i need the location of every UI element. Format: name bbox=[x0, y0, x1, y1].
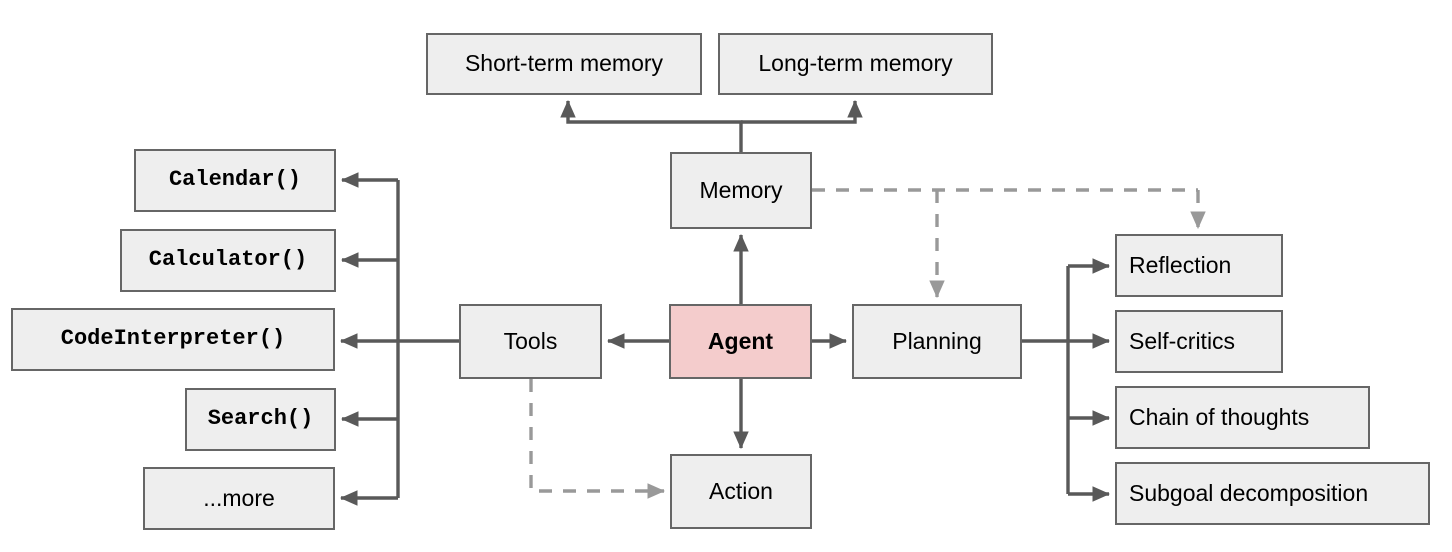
node-search[interactable]: Search() bbox=[185, 388, 336, 451]
node-label: Calculator() bbox=[148, 247, 308, 273]
node-label: Self-critics bbox=[1129, 327, 1236, 354]
node-action[interactable]: Action bbox=[670, 454, 812, 529]
node-label: Calendar() bbox=[168, 167, 302, 193]
edge-tools-to-action-dashed bbox=[529, 379, 666, 499]
node-agent[interactable]: Agent bbox=[669, 304, 812, 379]
node-label: Short-term memory bbox=[464, 50, 664, 77]
node-self-critics[interactable]: Self-critics bbox=[1115, 310, 1283, 373]
node-subgoal-decomposition[interactable]: Subgoal decomposition bbox=[1115, 462, 1430, 525]
node-label: Long-term memory bbox=[758, 50, 953, 77]
edge-memory-to-long-term bbox=[741, 99, 863, 124]
node-tools[interactable]: Tools bbox=[459, 304, 602, 379]
node-chain-of-thoughts[interactable]: Chain of thoughts bbox=[1115, 386, 1370, 449]
node-planning[interactable]: Planning bbox=[852, 304, 1022, 379]
node-label: CodeInterpreter() bbox=[60, 326, 286, 352]
node-label: Search() bbox=[207, 406, 314, 432]
node-long-term-memory[interactable]: Long-term memory bbox=[718, 33, 993, 95]
node-label: ...more bbox=[203, 484, 275, 511]
node-label: Agent bbox=[707, 327, 774, 354]
node-label: Chain of thoughts bbox=[1129, 403, 1310, 430]
node-more[interactable]: ...more bbox=[143, 467, 335, 530]
node-memory[interactable]: Memory bbox=[670, 152, 812, 229]
node-calculator[interactable]: Calculator() bbox=[120, 229, 336, 292]
node-label: Tools bbox=[503, 327, 558, 354]
node-label: Planning bbox=[892, 327, 982, 354]
node-short-term-memory[interactable]: Short-term memory bbox=[426, 33, 702, 95]
node-reflection[interactable]: Reflection bbox=[1115, 234, 1283, 297]
node-label: Subgoal decomposition bbox=[1129, 479, 1369, 506]
node-label: Action bbox=[709, 477, 773, 504]
node-label: Memory bbox=[699, 176, 783, 203]
node-code-interpreter[interactable]: CodeInterpreter() bbox=[11, 308, 335, 371]
node-calendar[interactable]: Calendar() bbox=[134, 149, 336, 212]
agent-architecture-diagram: Short-term memory Long-term memory Memor… bbox=[0, 0, 1452, 552]
node-label: Reflection bbox=[1129, 251, 1232, 278]
edge-memory-to-short-term bbox=[560, 99, 743, 152]
